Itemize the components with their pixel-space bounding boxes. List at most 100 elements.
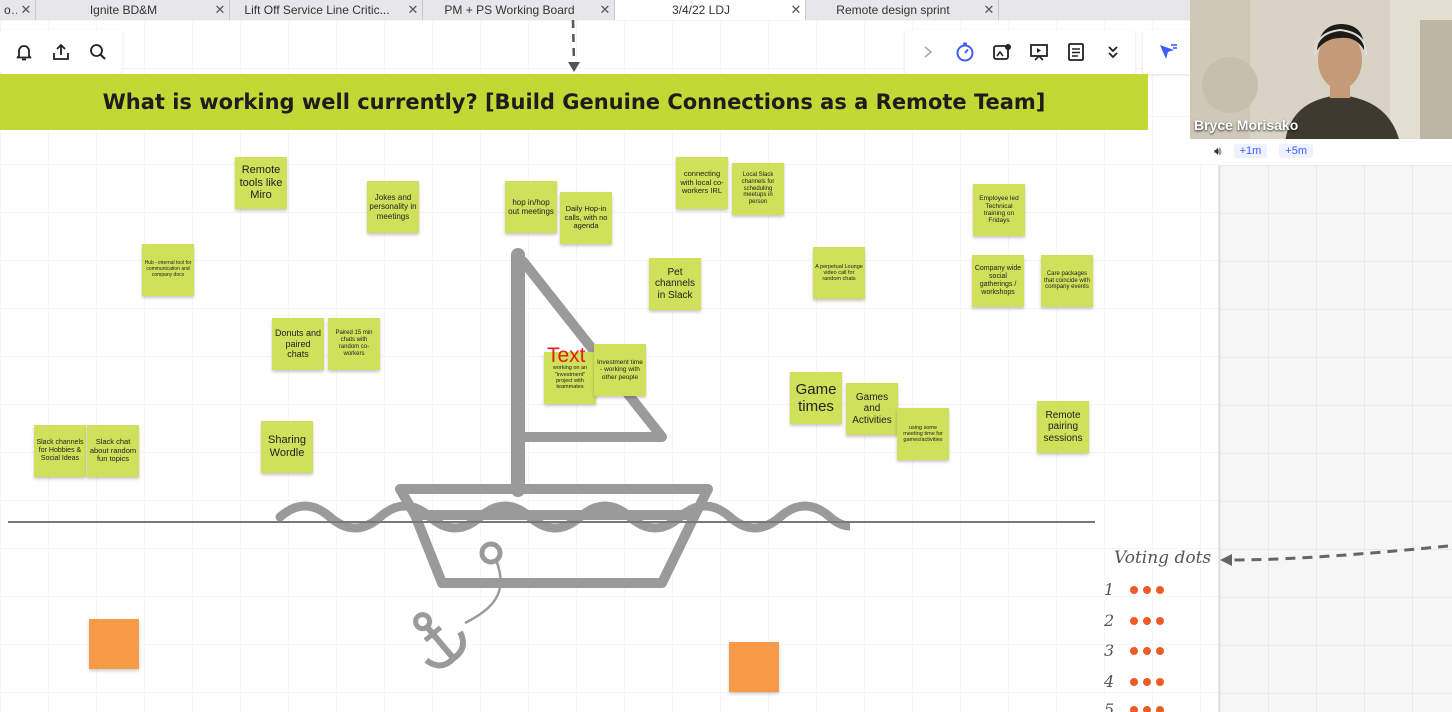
voting-row: 5 [1104, 700, 1164, 712]
vote-dot[interactable] [1156, 705, 1164, 712]
sticky-note[interactable]: Employee led Technical training on Frida… [973, 184, 1025, 236]
present-icon[interactable] [1026, 39, 1052, 65]
sticky-text: Company wide social gatherings / worksho… [974, 264, 1022, 297]
tab-5[interactable]: Remote design sprint ✕ [806, 0, 999, 20]
timer-icon[interactable] [952, 39, 978, 65]
sticky-text: Investment time - working with other peo… [597, 358, 643, 381]
vote-dot[interactable] [1156, 616, 1164, 625]
sticky-note[interactable]: Donuts and paired chats [272, 318, 324, 370]
tab-3[interactable]: PM + PS Working Board ✕ [423, 0, 615, 20]
vote-dot[interactable] [1130, 677, 1138, 686]
sticky-text: Remote tools like Miro [239, 164, 283, 202]
sticky-note[interactable]: Sharing Wordle [261, 421, 313, 473]
tab-4[interactable]: 3/4/22 LDJ ✕ [615, 0, 806, 20]
voting-number: 1 [1104, 580, 1115, 599]
vote-dot[interactable] [1130, 646, 1138, 655]
search-icon[interactable] [85, 39, 111, 65]
speaker-icon[interactable]: 🔊︎ [1214, 144, 1222, 159]
voting-row: 3 [1104, 641, 1164, 660]
tab-label: Lift Off Service Line Critic... [244, 3, 390, 17]
tab-1[interactable]: Ignite BD&M ✕ [36, 0, 230, 20]
vote-dot[interactable] [1143, 677, 1151, 686]
vote-dot[interactable] [1130, 705, 1138, 712]
sticky-text: Jokes and personality in meetings [369, 193, 417, 221]
close-icon[interactable]: ✕ [980, 2, 998, 18]
sticky-note[interactable]: Games and Activities [846, 383, 898, 435]
tab-label: Ignite BD&M [89, 3, 158, 17]
frame-title: What is working well currently? [Build G… [102, 90, 1046, 114]
sticky-text: Slack channels for Hobbies & Social Idea… [36, 438, 84, 463]
voting-row: 1 [1104, 580, 1164, 599]
vote-dot[interactable] [1156, 677, 1164, 686]
browser-tab-bar: o...✕ Ignite BD&M✕ Lift Off Service Line… [0, 0, 1192, 20]
vote-dot[interactable] [1143, 705, 1151, 712]
sticky-note[interactable]: Slack channels for Hobbies & Social Idea… [34, 425, 86, 477]
blank-orange-sticky[interactable] [729, 642, 779, 692]
voting-number: 5 [1104, 700, 1115, 712]
sticky-note[interactable]: Game times [790, 372, 842, 424]
sticky-text: Employee led Technical training on Frida… [979, 195, 1019, 225]
sticky-note[interactable]: Investment time - working with other peo… [594, 344, 646, 396]
sticky-note[interactable]: Local Slack channels for scheduling meet… [732, 163, 784, 215]
voting-dots[interactable] [1130, 705, 1164, 712]
sticky-note[interactable]: Care packages that coincide with company… [1041, 255, 1093, 307]
close-icon[interactable]: ✕ [17, 2, 35, 18]
notes-icon[interactable] [1063, 39, 1089, 65]
add-5m-button[interactable]: +5m [1279, 144, 1313, 158]
sticky-note[interactable]: Paired 15 min chats with random co-worke… [328, 318, 380, 370]
voting-number: 3 [1104, 641, 1115, 660]
select-cursor-icon [1160, 44, 1177, 59]
bell-icon[interactable] [11, 39, 37, 65]
voting-dots[interactable] [1130, 585, 1164, 594]
sticky-text: hop in/hop out meetings [508, 197, 554, 216]
sticky-note[interactable]: Jokes and personality in meetings [367, 181, 419, 233]
sticky-note[interactable]: Remote tools like Miro [235, 157, 287, 209]
sticky-note[interactable]: hop in/hop out meetings [505, 181, 557, 233]
voting-dots[interactable] [1130, 646, 1164, 655]
vote-dot[interactable] [1143, 646, 1151, 655]
vote-dot[interactable] [1130, 585, 1138, 594]
sticky-text: using some meeting time for games/activi… [903, 424, 943, 444]
sticky-text: Game times [795, 380, 837, 415]
sticky-text: Remote pairing sessions [1043, 409, 1083, 444]
sticky-note[interactable]: Pet channels in Slack [649, 258, 701, 310]
sticky-text: Pet channels in Slack [654, 266, 696, 301]
sticky-note[interactable]: A perpetual Lounge video call for random… [813, 247, 865, 299]
text-label[interactable]: Text [547, 344, 586, 368]
close-icon[interactable]: ✕ [211, 2, 229, 18]
blank-orange-sticky[interactable] [89, 619, 139, 669]
voting-dots[interactable] [1130, 616, 1164, 625]
sticky-note[interactable]: Daily Hop-in calls, with no agenda [560, 192, 612, 244]
sticky-note[interactable]: Slack chat about random fun topics [87, 425, 139, 477]
add-1m-button[interactable]: +1m [1233, 144, 1268, 158]
sticky-note[interactable]: connecting with local co-workers IRL [676, 157, 728, 209]
vote-dot[interactable] [1156, 585, 1164, 594]
more-icon[interactable] [1100, 39, 1126, 65]
tab-0[interactable]: o...✕ [0, 0, 36, 20]
embed-icon[interactable] [989, 39, 1015, 65]
timer-controls: 🔊︎ +1m +5m [1190, 139, 1452, 163]
voting-dots[interactable] [1130, 677, 1164, 686]
tab-label: o... [4, 3, 17, 17]
vote-dot[interactable] [1143, 616, 1151, 625]
sticky-text: Slack chat about random fun topics [89, 437, 137, 464]
sticky-note[interactable]: Hub - internal tool for communication an… [142, 244, 194, 296]
sailboat-illustration [275, 248, 850, 669]
voting-row: 2 [1104, 611, 1164, 630]
vote-dot[interactable] [1156, 646, 1164, 655]
vote-dot[interactable] [1143, 585, 1151, 594]
close-icon[interactable]: ✕ [596, 2, 614, 18]
close-icon[interactable]: ✕ [787, 2, 805, 18]
sticky-text: Paired 15 min chats with random co-worke… [335, 330, 373, 357]
sticky-note[interactable]: using some meeting time for games/activi… [897, 408, 949, 460]
sticky-note[interactable]: Company wide social gatherings / worksho… [972, 255, 1024, 307]
sticky-text: Games and Activities [852, 391, 892, 426]
sticky-note[interactable]: Remote pairing sessions [1037, 401, 1089, 453]
tab-2[interactable]: Lift Off Service Line Critic... ✕ [230, 0, 423, 20]
cursor-tool[interactable] [1143, 30, 1193, 74]
chevron-right-icon[interactable] [915, 39, 941, 65]
vote-dot[interactable] [1130, 616, 1138, 625]
voting-row: 4 [1104, 672, 1164, 691]
close-icon[interactable]: ✕ [404, 2, 422, 18]
share-icon[interactable] [48, 39, 74, 65]
